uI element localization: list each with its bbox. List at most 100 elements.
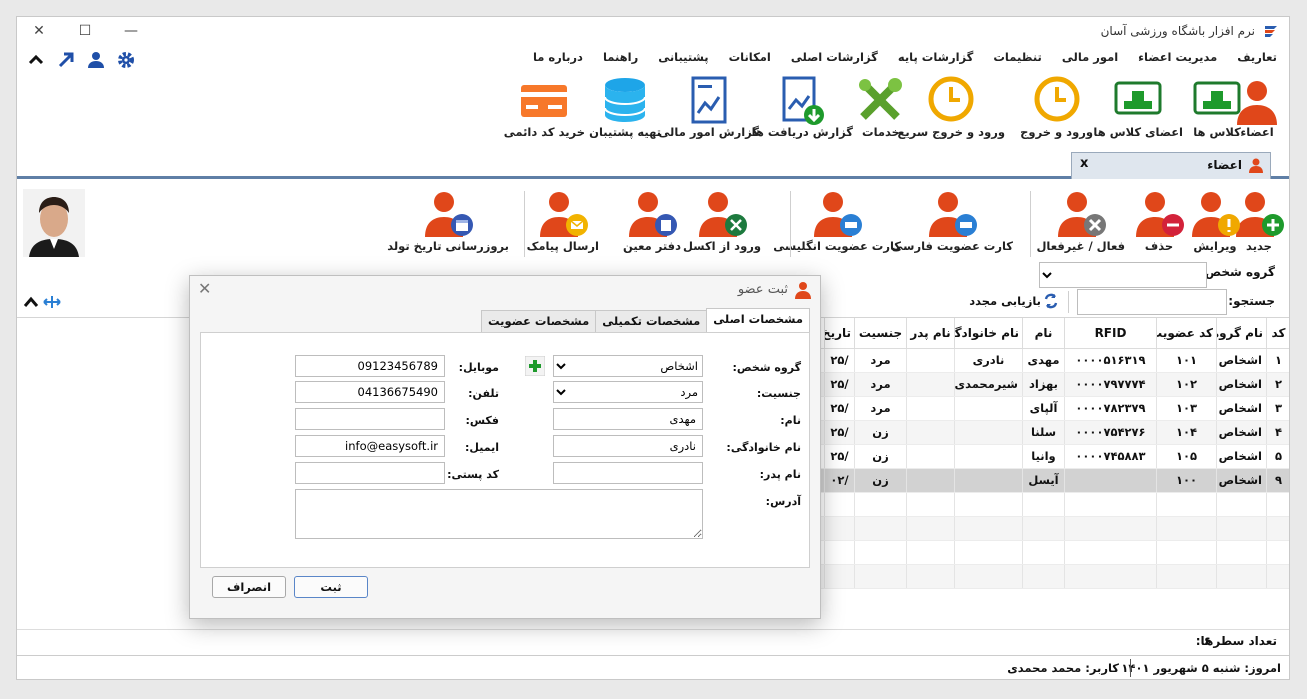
menu-base-reports[interactable]: گزارشات پایه: [898, 50, 974, 64]
column-header[interactable]: نام خانوادگی: [954, 318, 1023, 349]
menu-main-reports[interactable]: گزارشات اصلی: [791, 50, 878, 64]
address-field[interactable]: [295, 489, 703, 539]
toolbar-ledger[interactable]: دفتر معین: [623, 189, 681, 253]
dialog-close-button[interactable]: ✕: [198, 279, 211, 298]
table-cell: [906, 444, 955, 469]
ledger-person-icon: [629, 192, 678, 237]
table-cell: ۰۰۰۰۷۸۲۳۷۹: [1064, 396, 1157, 421]
table-cell: نادری: [954, 348, 1023, 373]
group-select[interactable]: اشخاص: [553, 355, 703, 377]
tab-extra-info[interactable]: مشخصات تکمیلی: [595, 310, 708, 332]
collapse-up-icon[interactable]: [23, 295, 39, 309]
ribbon-services[interactable]: خدمات: [855, 75, 907, 139]
search-input[interactable]: [1077, 289, 1227, 315]
menu-support[interactable]: پشتیبانی: [658, 50, 708, 64]
father-name-label: نام پدر:: [759, 468, 801, 481]
column-header[interactable]: نام گروه: [1216, 318, 1267, 349]
fax-field[interactable]: [295, 408, 445, 430]
ribbon-entry-exit[interactable]: ورود و خروج: [1020, 75, 1093, 139]
menu-help[interactable]: راهنما: [603, 50, 638, 64]
edit-person-icon: [1192, 192, 1240, 237]
tools-icon: [859, 78, 902, 120]
column-header[interactable]: RFID: [1064, 318, 1157, 349]
table-cell: [906, 348, 955, 373]
toolbar-send-sms[interactable]: ارسال پیامک: [527, 189, 599, 253]
table-cell: [906, 564, 955, 589]
table-cell: [906, 540, 955, 565]
toolbar-update-birthdate[interactable]: بروزرسانی تاریخ تولد: [387, 189, 509, 253]
column-header[interactable]: کد عضویت: [1156, 318, 1217, 349]
last-name-field[interactable]: [553, 435, 703, 457]
refresh-icon[interactable]: [1043, 293, 1059, 309]
toolbar-card-fa-label: کارت عضویت فارسی: [891, 239, 1014, 253]
mobile-field[interactable]: [295, 355, 445, 377]
column-header[interactable]: جنسیت: [854, 318, 907, 349]
minimize-button[interactable]: —: [121, 21, 141, 41]
toolbar-delete[interactable]: حذف: [1133, 189, 1185, 253]
column-header[interactable]: کد: [1266, 318, 1289, 349]
app-window: ✕ ☐ — نرم افزار باشگاه ورزشی آسان تعاریف…: [16, 16, 1290, 680]
menu-definitions[interactable]: تعاریف: [1237, 50, 1277, 64]
table-cell: [906, 516, 955, 541]
email-field[interactable]: [295, 435, 445, 457]
gender-select[interactable]: مرد: [553, 381, 703, 403]
tab-close-button[interactable]: x: [1080, 156, 1088, 171]
ribbon-classes[interactable]: کلاس ها: [1191, 75, 1243, 139]
ribbon-receipts-report[interactable]: گزارش دریافت ها: [752, 75, 853, 139]
toolbar-card-en[interactable]: کارت عضویت انگلیسی: [773, 189, 901, 253]
table-cell: [954, 516, 1023, 541]
toolbar-edit[interactable]: ویرایش: [1189, 189, 1241, 253]
table-cell: [1156, 516, 1217, 541]
maximize-button[interactable]: ☐: [75, 21, 95, 41]
ribbon-buy-code[interactable]: خرید کد دائمی: [504, 75, 585, 139]
menu-members[interactable]: مدیریت اعضاء: [1138, 50, 1217, 64]
group-label: گروه شخص:: [732, 361, 801, 374]
table-cell: ۳: [1266, 396, 1289, 421]
toolbar-card-fa[interactable]: کارت عضویت فارسی: [891, 189, 1014, 253]
tab-members-label: اعضاء: [1207, 158, 1242, 172]
tab-members[interactable]: اعضاء x: [1071, 152, 1271, 179]
ribbon-class-members[interactable]: اعضای کلاس ها: [1093, 75, 1183, 139]
print-person-icon: [814, 192, 863, 237]
class-members-icon: [1114, 81, 1162, 115]
add-group-icon[interactable]: [525, 356, 545, 376]
first-name-field[interactable]: [553, 408, 703, 430]
gender-label: جنسیت:: [756, 387, 801, 400]
father-name-field[interactable]: [553, 462, 703, 484]
cancel-button[interactable]: انصراف: [212, 576, 286, 598]
toolbar-divider: [1030, 191, 1031, 257]
toolbar-toggle-active[interactable]: فعال / غیرفعال: [1036, 189, 1125, 253]
table-cell: [854, 492, 907, 517]
mobile-label: موبایل:: [458, 361, 499, 374]
submit-button[interactable]: ثبت: [294, 576, 368, 598]
phone-field[interactable]: [295, 381, 445, 403]
column-header[interactable]: تاریخ: [824, 318, 855, 349]
database-icon: [604, 78, 647, 122]
ribbon-backup[interactable]: تهیه پشتیبان: [589, 75, 661, 139]
close-window-button[interactable]: ✕: [29, 21, 49, 41]
row-count-value: ۶: [1203, 634, 1211, 648]
refresh-label[interactable]: بازیابی مجدد: [969, 294, 1041, 308]
tab-membership-info[interactable]: مشخصات عضویت: [481, 310, 597, 332]
group-filter-select[interactable]: [1039, 262, 1207, 288]
menu-settings[interactable]: تنظیمات: [993, 50, 1042, 64]
menu-about[interactable]: درباره ما: [533, 50, 583, 64]
table-cell: اشخاص: [1216, 372, 1267, 397]
column-header[interactable]: نام: [1022, 318, 1065, 349]
ribbon-finance-report[interactable]: گزارش امور مالی: [658, 75, 759, 139]
expand-width-icon[interactable]: [43, 295, 61, 309]
first-name-label: نام:: [780, 414, 801, 427]
toolbar-import-excel[interactable]: ورود از اکسل: [683, 189, 761, 253]
table-cell: /۲۵: [824, 444, 855, 469]
menu-features[interactable]: امکانات: [729, 50, 771, 64]
tab-main-info[interactable]: مشخصات اصلی: [706, 308, 810, 332]
table-cell: ۵: [1266, 444, 1289, 469]
table-cell: [1156, 492, 1217, 517]
grid-footer: تعداد سطرها: ۶: [17, 629, 1289, 651]
ribbon-fast-entry[interactable]: ورود و خروج سریع: [898, 75, 1005, 139]
table-cell: [854, 540, 907, 565]
postal-code-field[interactable]: [295, 462, 445, 484]
table-cell: /۰۲: [824, 468, 855, 493]
column-header[interactable]: نام پدر: [906, 318, 955, 349]
menu-finance[interactable]: امور مالی: [1062, 50, 1118, 64]
